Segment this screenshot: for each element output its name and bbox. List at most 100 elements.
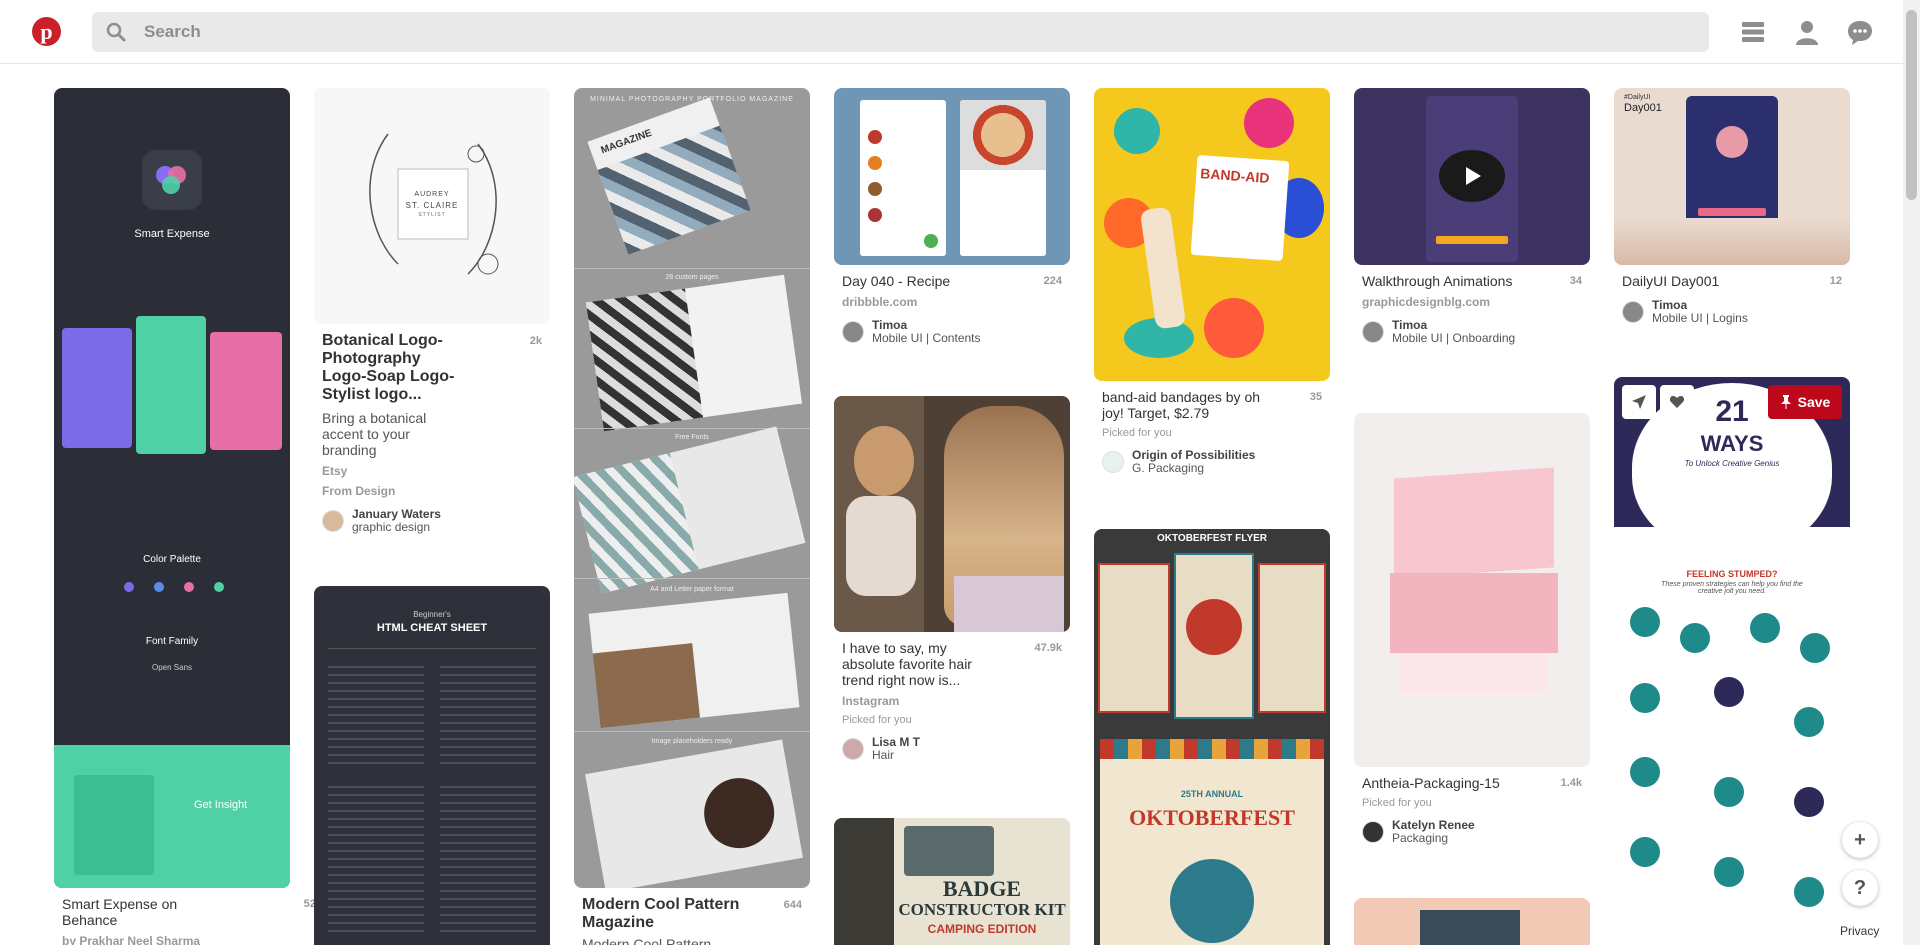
phone-screen-detail (960, 100, 1046, 256)
pin-image[interactable] (1354, 898, 1590, 945)
menu-icon[interactable] (1739, 18, 1767, 46)
screen-2 (136, 316, 206, 454)
picked-for-you: Picked for you (1362, 797, 1432, 809)
profile-icon[interactable] (1793, 18, 1821, 46)
repin-count: 35 (1309, 391, 1322, 403)
pin-title[interactable]: DailyUI Day001 12 (1622, 273, 1842, 289)
pin-title[interactable]: band-aid bandages by oh joy! Target, $2.… (1102, 389, 1322, 421)
repin-count: 644 (783, 899, 802, 911)
pin-author[interactable]: by Prakhar Neel Sharma (62, 934, 282, 945)
pin-attribution[interactable]: January Waters graphic design (322, 508, 542, 534)
help-button[interactable]: ? (1842, 870, 1878, 906)
pin-21-ways-infographic[interactable]: 21 WAYS To Unlock Creative Genius FEELIN… (1614, 377, 1850, 945)
pin-icon (1780, 395, 1791, 409)
pin-title[interactable]: Botanical Logo-Photography Logo-Soap Log… (322, 332, 542, 404)
pin-band-aid[interactable]: BAND-AID band-aid bandages by oh joy! Ta… (1094, 88, 1330, 475)
pin-image[interactable] (1354, 413, 1590, 767)
avatar (842, 321, 864, 343)
search-icon (106, 22, 126, 42)
pin-image[interactable]: Beginner's HTML CHEAT SHEET (314, 586, 550, 945)
pin-domain[interactable]: graphicdesignblg.com (1362, 295, 1582, 309)
pin-attribution[interactable]: Timoa Mobile UI | Logins (1622, 299, 1842, 325)
pin-image[interactable]: AUDREY ST. CLAIRE STYLIST (314, 88, 550, 324)
pin-title[interactable]: Day 040 - Recipe 224 (842, 273, 1062, 289)
heart-icon (1669, 396, 1685, 408)
pin-title[interactable]: Walkthrough Animations 34 (1362, 273, 1582, 289)
repin-count: 2k (529, 335, 542, 347)
top-bar: p (0, 0, 1920, 64)
pin-image[interactable]: BADGE CONSTRUCTOR KIT CAMPING EDITION (834, 818, 1070, 945)
palette-label: Color Palette (143, 554, 201, 565)
pin-day040-recipe[interactable]: Day 040 - Recipe 224 dribbble.com Timoa Mo… (834, 88, 1070, 345)
messages-icon[interactable] (1846, 18, 1874, 46)
pin-domain[interactable]: dribbble.com (842, 295, 1062, 309)
app-name: Smart Expense (134, 228, 210, 240)
pin-hair-trend[interactable]: I have to say, my absolute favorite hair… (834, 396, 1070, 762)
pin-from[interactable]: From Design (322, 484, 542, 498)
pin-antheia-packaging[interactable]: Antheia-Packaging-15 1.4k Picked for you … (1354, 413, 1590, 845)
save-button[interactable]: Save (1768, 385, 1842, 419)
pin-image[interactable]: MINIMAL PHOTOGRAPHY PORTFOLIO MAGAZINE M… (574, 88, 810, 888)
pin-description: Bring a botanical accent to your brandin… (322, 410, 427, 458)
pin-image[interactable]: #DailyUI Day001 (1614, 88, 1850, 265)
font-label: Font Family (145, 636, 199, 647)
pin-walkthrough-animations[interactable]: Walkthrough Animations 34 graphicdesignbl… (1354, 88, 1590, 345)
pinterest-logo-icon[interactable]: p (32, 17, 61, 46)
avatar (1362, 821, 1384, 843)
avatar (1622, 301, 1644, 323)
repin-count: 34 (1569, 275, 1582, 287)
pin-attribution[interactable]: Timoa Mobile UI | Contents (842, 319, 1062, 345)
pin-title[interactable]: Antheia-Packaging-15 1.4k (1362, 775, 1582, 791)
pin-attribution[interactable]: Lisa M T Hair (842, 736, 1062, 762)
pin-image[interactable]: 21 WAYS To Unlock Creative Genius FEELIN… (1614, 377, 1850, 945)
plus-icon: + (1854, 828, 1866, 851)
pin-image[interactable] (834, 396, 1070, 632)
pin-dailyui-day001[interactable]: #DailyUI Day001 DailyUI Day001 12 Timoa Mo… (1614, 88, 1850, 325)
pin-domain[interactable]: Etsy (322, 464, 542, 478)
pin-title[interactable]: Modern Cool Pattern Magazine 644 (582, 896, 802, 932)
pin-modern-cool-pattern-magazine[interactable]: MINIMAL PHOTOGRAPHY PORTFOLIO MAGAZINE M… (574, 88, 810, 945)
pin-image[interactable] (834, 88, 1070, 265)
play-icon[interactable] (1439, 150, 1505, 202)
pin-smart-expense[interactable]: Smart Expense Color Palette Font Family … (54, 88, 322, 945)
pin-image[interactable]: Smart Expense Color Palette Font Family … (54, 88, 290, 888)
pin-attribution[interactable]: Origin of Possibilities G. Packaging (1102, 449, 1322, 475)
search-input[interactable] (144, 12, 1644, 52)
help-icon: ? (1853, 876, 1867, 899)
pin-badge-constructor-kit[interactable]: BADGE CONSTRUCTOR KIT CAMPING EDITION (834, 818, 1070, 945)
repin-count: 1.4k (1560, 777, 1582, 789)
pin-description: Modern Cool Pattern (582, 936, 712, 945)
search-bar[interactable] (92, 12, 1709, 52)
pin-packaging-peach[interactable] (1354, 898, 1590, 945)
picked-for-you: Picked for you (1102, 427, 1172, 439)
avatar (322, 510, 344, 532)
pin-oktoberfest-flyer[interactable]: OKTOBERFEST FLYER 25TH ANNUAL OKTOBERFES… (1094, 529, 1330, 945)
pin-html-cheat-sheet[interactable]: Beginner's HTML CHEAT SHEET (314, 586, 550, 945)
avatar (1102, 451, 1124, 473)
pin-title[interactable]: Smart Expense on Behance 521 (62, 896, 322, 928)
pin-domain[interactable]: Instagram (842, 694, 1062, 708)
pin-image[interactable]: BAND-AID (1094, 88, 1330, 381)
add-button[interactable]: + (1842, 822, 1878, 858)
insight-section: Get Insight (54, 745, 290, 888)
svg-text:p: p (40, 19, 52, 44)
screen-3 (210, 332, 282, 450)
like-button[interactable] (1660, 385, 1694, 419)
avatar (1362, 321, 1384, 343)
pin-image[interactable]: OKTOBERFEST FLYER 25TH ANNUAL OKTOBERFES… (1094, 529, 1330, 945)
phone-screen-list (860, 100, 946, 256)
picked-for-you: Picked for you (842, 714, 912, 726)
privacy-link[interactable]: Privacy (1836, 922, 1884, 940)
pin-botanical-logo[interactable]: AUDREY ST. CLAIRE STYLIST Botanical Logo… (314, 88, 550, 534)
pin-attribution[interactable]: Timoa Mobile UI | Onboarding (1362, 319, 1582, 345)
screen-1 (62, 328, 132, 448)
send-button[interactable] (1622, 385, 1656, 419)
repin-count: 12 (1829, 275, 1842, 287)
pin-image[interactable] (1354, 88, 1590, 265)
font-name: Open Sans (151, 663, 193, 672)
scrollbar-thumb[interactable] (1906, 10, 1917, 200)
scrollbar[interactable] (1903, 0, 1920, 945)
pin-attribution[interactable]: Katelyn Renee Packaging (1362, 819, 1582, 845)
repin-count: 47.9k (1034, 642, 1062, 654)
pin-title[interactable]: I have to say, my absolute favorite hair… (842, 640, 1062, 688)
